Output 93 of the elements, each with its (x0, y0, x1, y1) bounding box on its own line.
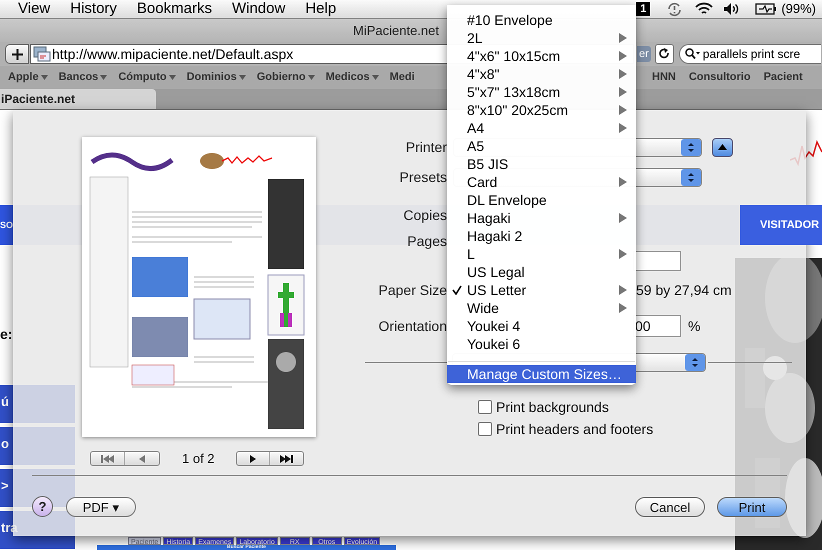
menu-item[interactable]: 4"x8" (447, 65, 636, 83)
menu-item[interactable]: DL Envelope (447, 191, 636, 209)
menu-bar-item[interactable]: View (18, 0, 50, 18)
stepper-arrows-icon (681, 138, 701, 156)
page-to-field[interactable] (633, 251, 681, 271)
triangle-up-icon (718, 144, 727, 150)
menu-item[interactable]: US Letter (447, 281, 636, 299)
sync-icon[interactable] (666, 2, 684, 16)
field-label: Presets (398, 168, 447, 186)
field-label: Printer (404, 138, 447, 156)
scale-unit: % (688, 316, 700, 336)
field-label: Paper Size (378, 280, 447, 300)
banner-tab[interactable]: SO (0, 205, 13, 245)
help-button[interactable]: ? (32, 496, 53, 517)
menu-item[interactable]: Youkei 4 (447, 317, 636, 335)
form-label: e: (0, 325, 12, 344)
bookmark-item[interactable]: HNN (652, 69, 676, 86)
first-page-icon (101, 454, 114, 462)
checkbox-label: Print headers and footers (496, 420, 654, 438)
menu-item[interactable]: A4 (447, 119, 636, 137)
menu-item[interactable]: Manage Custom Sizes… (447, 365, 636, 383)
checkbox[interactable] (478, 422, 492, 436)
address-text: http://www.mipaciente.net/Default.aspx (52, 44, 294, 64)
bookmark-item[interactable]: Apple (8, 69, 48, 86)
reload-icon (658, 48, 670, 60)
submenu-arrow-icon (619, 177, 627, 187)
caret-icon (308, 75, 315, 80)
menu-bar-item[interactable]: History (70, 0, 117, 18)
menu-item[interactable]: Wide (447, 299, 636, 317)
previous-page-icon (139, 454, 145, 462)
search-text: parallels print scre (702, 46, 800, 63)
bookmark-item[interactable]: Bancos (58, 69, 108, 86)
battery-percentage: (99%) (781, 0, 816, 18)
menu-item[interactable]: 8"x10" 20x25cm (447, 101, 636, 119)
scale-field[interactable]: 00 (633, 315, 681, 337)
caret-icon (238, 75, 246, 80)
menu-item[interactable]: Youkei 6 (447, 335, 636, 353)
menu-item[interactable]: 5"x7" 13x18cm (447, 83, 636, 101)
menu-item[interactable]: B5 JIS (447, 155, 636, 173)
menu-item[interactable]: A5 (447, 137, 636, 155)
bookmark-item[interactable]: Medi (390, 69, 415, 86)
volume-icon[interactable] (723, 2, 740, 16)
bookmark-item[interactable]: Gobierno (256, 69, 315, 86)
reload-button[interactable] (654, 44, 674, 64)
dialog-button[interactable]: Print (717, 496, 787, 516)
next-page-icon (250, 454, 256, 462)
bookmark-item[interactable]: Medicos (326, 69, 379, 86)
battery-icon[interactable] (755, 3, 778, 15)
wifi-icon[interactable] (695, 2, 714, 16)
menu-item[interactable]: Hagaki 2 (447, 227, 636, 245)
field-label: Pages (406, 232, 447, 251)
notification-badge[interactable]: 1 (636, 2, 650, 16)
bookmark-item[interactable]: Consultorio (688, 69, 751, 86)
stepper-arrows-icon (685, 354, 705, 371)
menu-item[interactable]: US Legal (447, 263, 636, 281)
add-bookmark-button[interactable] (5, 44, 29, 64)
search-field[interactable]: parallels print scre (678, 44, 821, 64)
menu-bar-item[interactable]: Bookmarks (136, 0, 212, 18)
page-icon (33, 46, 51, 62)
bookmark-item[interactable]: Cómputo (118, 69, 176, 86)
checkmark-icon (452, 285, 462, 295)
menu-item[interactable]: Hagaki (447, 209, 636, 227)
submenu-arrow-icon (619, 249, 627, 259)
bookmark-item[interactable]: Dominios (186, 69, 246, 86)
menu-item[interactable]: #10 Envelope (447, 11, 636, 29)
plus-icon (12, 48, 22, 60)
menu-item[interactable]: 4"x6" 10x15cm (447, 47, 636, 65)
menu-item[interactable]: L (447, 245, 636, 263)
stepper-arrows-icon (681, 168, 701, 186)
page-indicator: 1 of 2 (182, 450, 216, 468)
browser-tab[interactable]: iPaciente.net (0, 89, 156, 109)
visitor-tab[interactable]: VISITADOR (740, 205, 822, 245)
search-icon (684, 48, 701, 60)
last-page-icon (280, 454, 293, 462)
caret-icon (372, 75, 379, 80)
menu-item[interactable]: Card (447, 173, 636, 191)
pdf-button[interactable]: PDF ▾ (66, 496, 136, 516)
menu-item[interactable]: 2L (447, 29, 636, 47)
caret-icon (100, 75, 108, 80)
menu-bar-item[interactable]: Help (305, 0, 336, 18)
checkbox[interactable] (478, 400, 492, 414)
paper-dimensions: 59 by 27,94 cm (636, 280, 732, 300)
expand-button[interactable] (712, 138, 733, 156)
field-label: Copies (402, 206, 447, 225)
menu-bar-item[interactable]: Window (232, 0, 286, 18)
bookmark-item[interactable]: Pacient (764, 69, 803, 86)
submenu-arrow-icon (619, 213, 627, 223)
window-title: MiPaciente.net (353, 22, 439, 40)
checkbox-label: Print backgrounds (496, 398, 609, 417)
caret-icon (168, 75, 176, 80)
dialog-button[interactable]: Cancel (635, 496, 705, 516)
field-label: Orientation (378, 316, 447, 336)
caret-icon (40, 75, 48, 80)
